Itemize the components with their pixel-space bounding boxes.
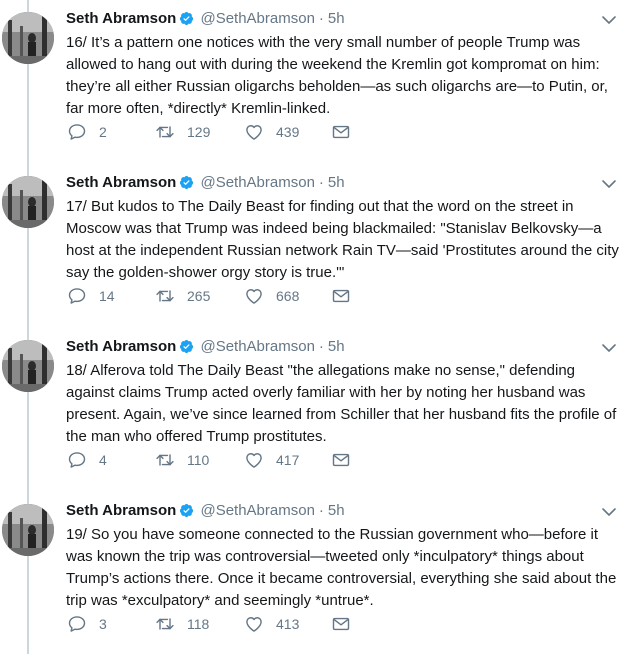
tweet-timestamp[interactable]: 5h <box>328 502 345 519</box>
reply-count: 4 <box>99 452 107 468</box>
like-icon <box>246 617 262 632</box>
retweet-button[interactable]: 110 <box>154 450 209 470</box>
like-button[interactable]: 413 <box>243 614 299 634</box>
tweet-text: 19/ So you have someone connected to the… <box>66 526 617 609</box>
tweet-text: 18/ Alferova told The Daily Beast "the a… <box>66 362 617 445</box>
direct-message-button[interactable] <box>330 450 363 470</box>
reply-count: 3 <box>99 616 107 632</box>
verified-badge-icon <box>179 503 194 524</box>
direct-message-button[interactable] <box>330 614 363 634</box>
reply-icon <box>68 124 86 140</box>
like-count: 439 <box>276 124 300 140</box>
reply-icon <box>68 288 86 304</box>
tweet-actions: 2 129 439 <box>66 122 366 142</box>
reply-icon <box>68 616 86 632</box>
retweet-count: 265 <box>187 288 211 304</box>
separator-dot: · <box>318 10 324 27</box>
caret-down-icon[interactable] <box>601 340 617 356</box>
reply-icon <box>68 452 86 468</box>
retweet-count: 129 <box>187 124 211 140</box>
tweet-text: 17/ But kudos to The Daily Beast for fin… <box>66 198 619 281</box>
reply-button[interactable]: 3 <box>66 614 107 634</box>
retweet-icon <box>156 126 174 138</box>
tweet-actions: 14 265 668 <box>66 286 366 306</box>
tweet-header: Seth Abramson @SethAbramson · 5h <box>66 9 345 29</box>
tweet-header: Seth Abramson @SethAbramson · 5h <box>66 173 345 193</box>
avatar[interactable] <box>2 504 54 556</box>
avatar[interactable] <box>2 176 54 228</box>
reply-button[interactable]: 2 <box>66 122 107 142</box>
separator-dot: · <box>318 502 324 519</box>
like-count: 417 <box>276 452 300 468</box>
like-button[interactable]: 417 <box>243 450 299 470</box>
reply-button[interactable]: 4 <box>66 450 107 470</box>
retweet-count: 110 <box>187 452 210 468</box>
reply-count: 2 <box>99 124 107 140</box>
author-handle[interactable]: @SethAbramson <box>200 10 314 27</box>
author-name[interactable]: Seth Abramson <box>66 502 176 519</box>
avatar-photo-icon <box>2 504 54 556</box>
retweet-button[interactable]: 118 <box>154 614 209 634</box>
like-icon <box>246 125 262 140</box>
retweet-button[interactable]: 129 <box>154 122 210 142</box>
avatar-photo-icon <box>2 340 54 392</box>
like-icon <box>246 453 262 468</box>
author-handle[interactable]: @SethAbramson <box>200 338 314 355</box>
author-name[interactable]: Seth Abramson <box>66 338 176 355</box>
retweet-button[interactable]: 265 <box>154 286 210 306</box>
verified-badge-icon <box>179 11 194 32</box>
direct-message-button[interactable] <box>330 286 363 306</box>
caret-down-icon[interactable] <box>601 12 617 28</box>
separator-dot: · <box>318 338 324 355</box>
direct-message-icon <box>332 289 350 303</box>
separator-dot: · <box>318 174 324 191</box>
tweet[interactable]: Seth Abramson @SethAbramson · 5h 19/ So yo… <box>0 492 633 656</box>
like-button[interactable]: 668 <box>243 286 299 306</box>
tweet-timestamp[interactable]: 5h <box>328 338 345 355</box>
avatar-photo-icon <box>2 12 54 64</box>
reply-count: 14 <box>99 288 115 304</box>
retweet-icon <box>156 454 174 466</box>
direct-message-icon <box>332 617 350 631</box>
tweet-timestamp[interactable]: 5h <box>328 174 345 191</box>
author-name[interactable]: Seth Abramson <box>66 10 176 27</box>
verified-badge-icon <box>179 339 194 360</box>
direct-message-button[interactable] <box>330 122 363 142</box>
tweet-actions: 3 118 413 <box>66 614 366 634</box>
retweet-icon <box>156 290 174 302</box>
verified-badge-icon <box>179 175 194 196</box>
retweet-count: 118 <box>187 616 210 632</box>
author-handle[interactable]: @SethAbramson <box>200 174 314 191</box>
like-count: 413 <box>276 616 300 632</box>
like-count: 668 <box>276 288 300 304</box>
avatar[interactable] <box>2 340 54 392</box>
tweet-text: 16/ It’s a pattern one notices with the … <box>66 34 608 117</box>
tweet[interactable]: Seth Abramson @SethAbramson · 5h 18/ Alfer… <box>0 328 633 492</box>
tweet[interactable]: Seth Abramson @SethAbramson · 5h 17/ But k… <box>0 164 633 328</box>
caret-down-icon[interactable] <box>601 504 617 520</box>
tweet-header: Seth Abramson @SethAbramson · 5h <box>66 337 345 357</box>
author-name[interactable]: Seth Abramson <box>66 174 176 191</box>
tweet[interactable]: Seth Abramson @SethAbramson · 5h 16/ It’s … <box>0 0 633 164</box>
like-icon <box>246 289 262 304</box>
like-button[interactable]: 439 <box>243 122 299 142</box>
avatar-photo-icon <box>2 176 54 228</box>
tweet-actions: 4 110 417 <box>66 450 366 470</box>
author-handle[interactable]: @SethAbramson <box>200 502 314 519</box>
reply-button[interactable]: 14 <box>66 286 115 306</box>
direct-message-icon <box>332 125 350 139</box>
tweet-header: Seth Abramson @SethAbramson · 5h <box>66 501 345 521</box>
direct-message-icon <box>332 453 350 467</box>
avatar[interactable] <box>2 12 54 64</box>
caret-down-icon[interactable] <box>601 176 617 192</box>
tweet-timestamp[interactable]: 5h <box>328 10 345 27</box>
retweet-icon <box>156 618 174 630</box>
